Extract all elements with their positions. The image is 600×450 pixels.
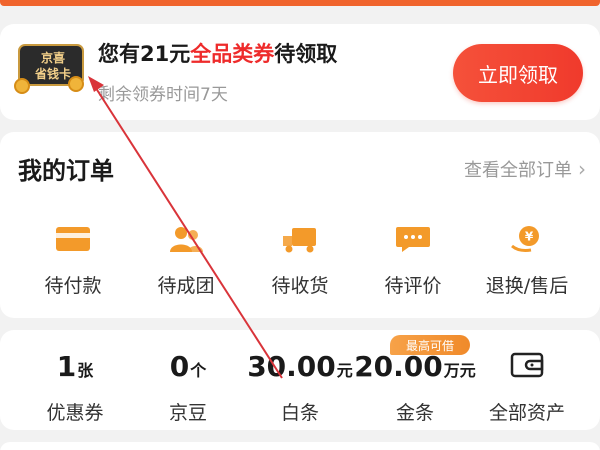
claim-now-button[interactable]: 立即领取 <box>453 44 583 102</box>
asset-value: 0个 <box>123 350 253 384</box>
asset-jintiao[interactable]: 20.00 万元 金条 <box>350 350 480 425</box>
refund-icon: ¥ <box>511 226 539 252</box>
asset-label: 京豆 <box>168 402 207 424</box>
orders-card: 我的订单 查看全部订单 › 待付款 待成团 待收货 待评价 ¥ 退换/售后 <box>0 132 600 318</box>
max-borrow-badge: 最高可借 <box>390 335 470 355</box>
asset-label: 全部资产 <box>488 402 565 424</box>
order-refund-aftersale[interactable]: ¥ 退换/售后 <box>472 224 582 298</box>
asset-value: 30.00 元 <box>235 350 365 384</box>
promo-subtitle: 剩余领券时间7天 <box>98 85 228 105</box>
order-pending-receipt[interactable]: 待收货 <box>245 224 355 298</box>
wallet-icon <box>510 352 544 378</box>
promo-title-prefix: 您有21元 <box>98 42 191 66</box>
asset-label: 金条 <box>395 402 434 424</box>
coin-icon <box>68 76 84 92</box>
asset-unit: 个 <box>190 361 207 380</box>
savings-card-line1: 京喜 <box>40 51 65 65</box>
order-item-label: 退换/售后 <box>485 275 569 297</box>
assets-card: 1张 优惠券 0个 京豆 30.00 元 白条 20.00 万元 金条 全部资产 <box>0 330 600 430</box>
asset-number: 0 <box>169 350 190 383</box>
next-card-edge <box>0 442 600 450</box>
promo-title-highlight: 全品类券 <box>190 42 275 66</box>
svg-text:¥: ¥ <box>525 230 534 244</box>
order-item-label: 待付款 <box>44 275 102 297</box>
view-all-orders-link[interactable]: 查看全部订单 › <box>464 156 586 182</box>
asset-coupons[interactable]: 1张 优惠券 <box>10 350 140 425</box>
order-pending-payment[interactable]: 待付款 <box>18 224 128 298</box>
top-bar <box>0 0 600 6</box>
order-item-label: 待成团 <box>157 275 215 297</box>
group-icon <box>170 227 203 252</box>
asset-number: 1 <box>56 350 77 383</box>
savings-card-icon: 京喜 省钱卡 <box>14 44 84 94</box>
asset-jingdou[interactable]: 0个 京豆 <box>123 350 253 425</box>
order-item-label: 待收货 <box>271 275 329 297</box>
asset-baitiao[interactable]: 30.00 元 白条 <box>235 350 365 425</box>
asset-number: 30.00 <box>247 350 336 383</box>
truck-icon <box>283 228 316 253</box>
chevron-right-icon: › <box>578 157 586 181</box>
asset-value: 1张 <box>10 350 140 384</box>
asset-value: 20.00 万元 <box>350 350 480 384</box>
order-pending-group[interactable]: 待成团 <box>131 224 241 298</box>
orders-title: 我的订单 <box>18 157 114 185</box>
coin-icon <box>14 78 30 94</box>
asset-unit: 张 <box>77 361 94 380</box>
asset-label: 优惠券 <box>46 402 104 424</box>
view-all-orders-label: 查看全部订单 <box>464 160 572 181</box>
promo-title: 您有21元全品类券待领取 <box>98 40 337 68</box>
asset-label: 白条 <box>280 402 319 424</box>
asset-all[interactable]: 全部资产 <box>462 350 592 425</box>
order-pending-review[interactable]: 待评价 <box>358 224 468 298</box>
order-item-label: 待评价 <box>384 275 442 297</box>
promo-title-suffix: 待领取 <box>274 42 338 66</box>
wallet-card-icon <box>56 227 90 251</box>
comment-icon <box>396 227 430 252</box>
asset-value <box>462 350 592 384</box>
